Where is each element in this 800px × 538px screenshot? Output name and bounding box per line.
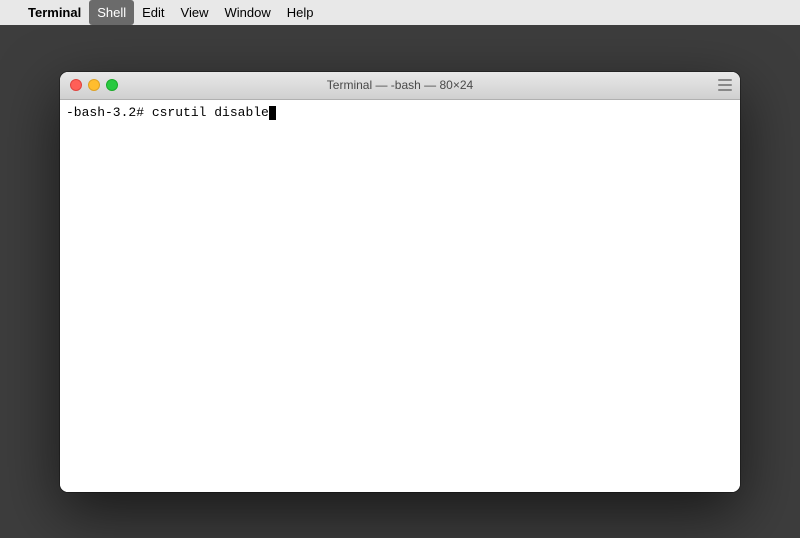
menu-item-view[interactable]: View: [173, 0, 217, 25]
menu-item-shell[interactable]: Shell: [89, 0, 134, 25]
terminal-line: -bash-3.2# csrutil disable: [66, 104, 734, 122]
maximize-button[interactable]: [106, 79, 118, 91]
menu-item-window[interactable]: Window: [217, 0, 279, 25]
terminal-window: Terminal — -bash — 80×24 -bash-3.2# csru…: [60, 72, 740, 492]
menu-item-help[interactable]: Help: [279, 0, 322, 25]
terminal-cursor: [269, 106, 276, 120]
window-title: Terminal — -bash — 80×24: [327, 78, 473, 92]
window-buttons: [70, 79, 118, 91]
terminal-prompt: -bash-3.2#: [66, 104, 152, 122]
title-bar: Terminal — -bash — 80×24: [60, 72, 740, 100]
menu-bar: Terminal Shell Edit View Window Help: [0, 0, 800, 25]
close-button[interactable]: [70, 79, 82, 91]
terminal-command: csrutil disable: [152, 104, 269, 122]
scrollback-icon[interactable]: [718, 79, 732, 91]
minimize-button[interactable]: [88, 79, 100, 91]
menu-item-terminal[interactable]: Terminal: [20, 0, 89, 25]
terminal-content[interactable]: -bash-3.2# csrutil disable: [60, 100, 740, 492]
menu-items: Terminal Shell Edit View Window Help: [20, 0, 322, 25]
menu-item-edit[interactable]: Edit: [134, 0, 172, 25]
desktop: Terminal — -bash — 80×24 -bash-3.2# csru…: [0, 25, 800, 538]
